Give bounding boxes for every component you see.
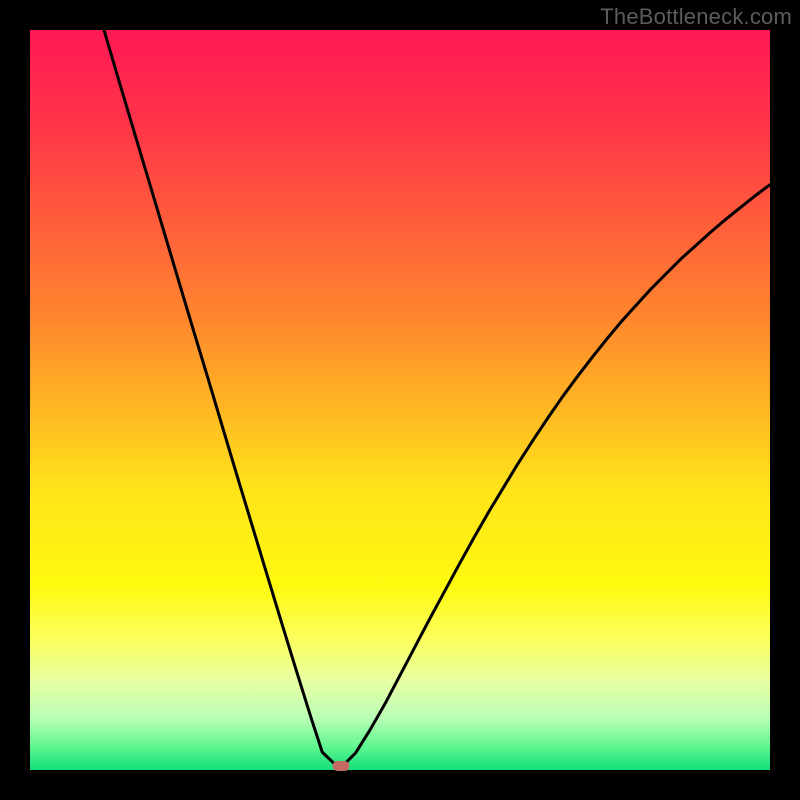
chart-background	[30, 30, 770, 770]
chart-plot-svg	[30, 30, 770, 770]
watermark-text: TheBottleneck.com	[600, 4, 792, 30]
chart-frame: TheBottleneck.com	[0, 0, 800, 800]
optimum-marker	[332, 761, 349, 771]
